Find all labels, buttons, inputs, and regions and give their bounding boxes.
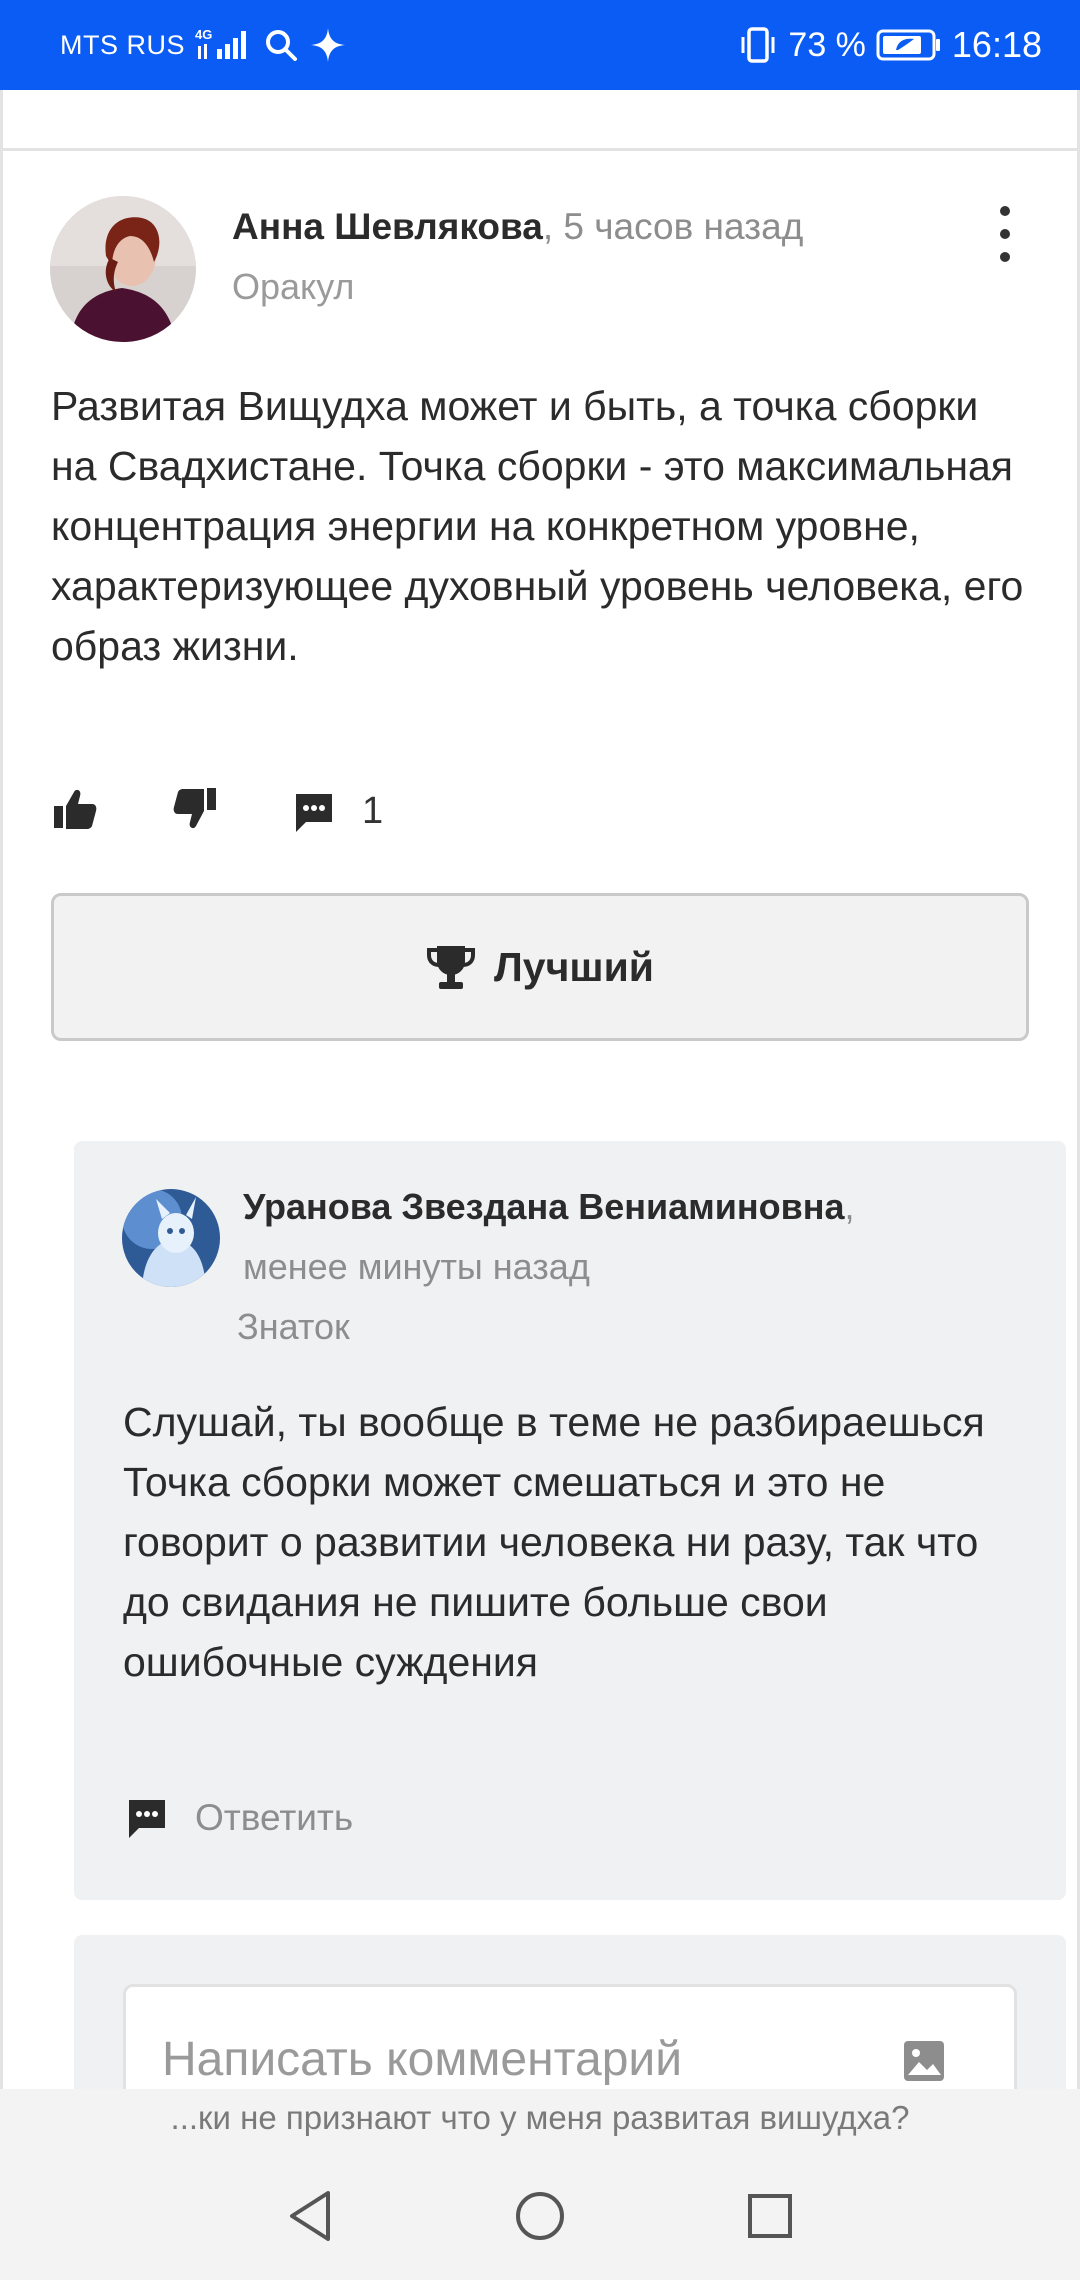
best-answer-button[interactable]: Лучший: [51, 893, 1029, 1041]
commenter-name-line: Уранова Звездана Вениаминовна,: [243, 1186, 855, 1228]
status-right: 73 % 16:18: [738, 0, 1042, 90]
vibrate-icon: [741, 27, 775, 63]
status-bar: MTS RUS 4G 73 % 16:18: [0, 0, 1080, 90]
comment-time: менее минуты назад: [243, 1246, 590, 1287]
thumbs-up-icon[interactable]: [52, 786, 98, 832]
search-icon: [266, 30, 297, 61]
home-nav-icon[interactable]: [514, 2188, 566, 2244]
image-attach-icon[interactable]: [903, 2040, 945, 2082]
carrier-label: MTS RUS: [60, 29, 185, 60]
reply-comment-icon: [129, 1800, 165, 1838]
sparkle-icon: [311, 28, 345, 62]
reply-label: Ответить: [195, 1797, 354, 1838]
question-title-bar[interactable]: ...ки не признают что у меня развитая ви…: [0, 2099, 1080, 2137]
author-avatar[interactable]: [50, 196, 196, 342]
comment-text: Слушай, ты вообще в теме не разбираешься…: [123, 1392, 1023, 1692]
recents-nav-icon[interactable]: [744, 2188, 796, 2244]
clock: 16:18: [951, 24, 1042, 65]
commenter-name-comma: ,: [844, 1186, 855, 1227]
thumbs-down-icon[interactable]: [172, 786, 218, 832]
answer-text: Развитая Вищудха может и быть, а точка с…: [51, 383, 1024, 669]
battery-icon: [876, 29, 940, 61]
comment-line: Точка сборки может смешаться и это не го…: [123, 1459, 979, 1685]
commenter-rank: Знаток: [237, 1306, 350, 1347]
commenter-avatar[interactable]: [122, 1189, 220, 1287]
trophy-icon: [427, 946, 476, 989]
author-name[interactable]: Анна Шевлякова: [232, 206, 543, 247]
more-options-icon[interactable]: [990, 204, 1020, 264]
comment-line: Слушай, ты вообще в теме не разбираешься: [123, 1399, 985, 1445]
reply-button[interactable]: Ответить: [125, 1796, 353, 1840]
comment-input-placeholder[interactable]: Написать комментарий: [162, 2032, 682, 2087]
author-rank: Оракул: [232, 266, 355, 307]
answer-time: , 5 часов назад: [542, 206, 804, 247]
comment-count[interactable]: 1: [362, 790, 383, 833]
best-answer-label: Лучший: [494, 943, 654, 990]
comments-icon[interactable]: [292, 790, 336, 834]
battery-percent: 73 %: [788, 25, 866, 64]
back-nav-icon[interactable]: [284, 2188, 336, 2244]
card-border-left: [0, 90, 3, 2090]
status-left: MTS RUS 4G: [60, 0, 347, 90]
previous-card-edge: [0, 90, 1080, 151]
answer-author-line: Анна Шевлякова, 5 часов назад: [232, 206, 803, 248]
signal-icon: 4G: [195, 27, 253, 63]
commenter-name[interactable]: Уранова Звездана Вениаминовна: [243, 1186, 845, 1227]
